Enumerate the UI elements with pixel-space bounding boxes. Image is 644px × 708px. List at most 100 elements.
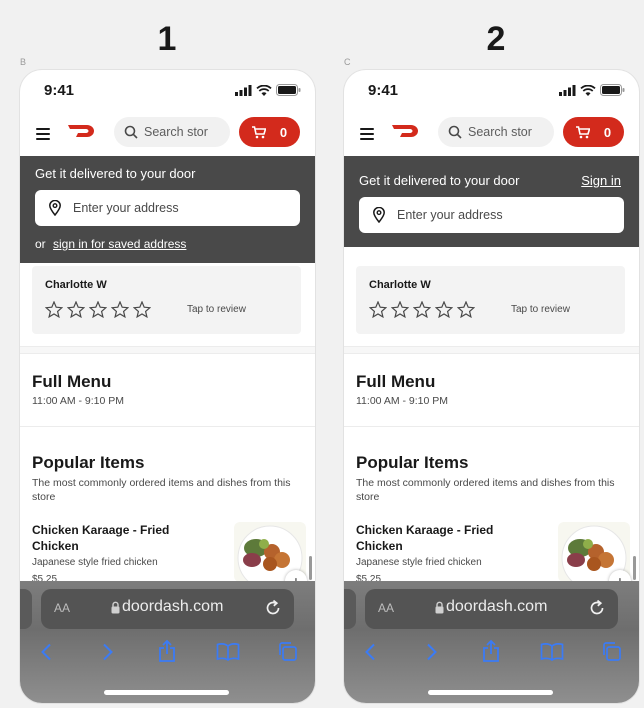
forward-icon[interactable] [426, 643, 438, 661]
delivery-banner: Get it delivered to your door Enter your… [20, 156, 315, 263]
or-text: or [35, 237, 46, 251]
back-icon[interactable] [40, 643, 52, 661]
tabs-icon[interactable] [601, 641, 622, 662]
hamburger-menu-icon[interactable] [360, 128, 374, 143]
search-icon [124, 125, 138, 139]
menu-item-description: Japanese style fried chicken [356, 557, 482, 568]
back-icon[interactable] [364, 643, 376, 661]
signal-icon [559, 84, 576, 96]
lock-icon [111, 601, 120, 614]
signal-icon [235, 84, 252, 96]
address-bar[interactable]: AA doordash.com [365, 589, 618, 629]
menu-item-name[interactable]: Chicken Karaage - Fried Chicken [356, 522, 496, 554]
scrollbar[interactable] [633, 556, 636, 580]
share-icon[interactable] [482, 639, 500, 663]
safari-toolbar: AA doordash.com [20, 581, 315, 703]
text-size-button[interactable]: AA [378, 601, 394, 615]
cart-icon [251, 125, 266, 138]
address-input[interactable]: Enter your address [35, 190, 300, 226]
reload-icon[interactable] [588, 599, 606, 617]
tap-to-review[interactable]: Tap to review [187, 304, 246, 315]
top-nav: Search stor 0 [344, 114, 639, 156]
star-icon[interactable] [111, 301, 129, 318]
status-bar: 9:41 [20, 70, 315, 114]
star-icon[interactable] [133, 301, 151, 318]
forward-icon[interactable] [102, 643, 114, 661]
battery-icon [276, 84, 301, 96]
battery-icon [600, 84, 625, 96]
star-rating[interactable] [45, 301, 151, 318]
review-card[interactable]: Charlotte W Tap to review [32, 266, 301, 334]
top-nav: Search stor 0 [20, 114, 315, 156]
doordash-logo-icon[interactable] [390, 122, 422, 140]
star-icon[interactable] [391, 301, 409, 318]
phone-variant-1: 9:41 Search stor 0 Get it delivered to y… [20, 70, 315, 703]
frame-letter-b: B [20, 57, 27, 67]
search-input[interactable]: Search stor [114, 117, 230, 147]
cart-button[interactable]: 0 [563, 117, 624, 147]
star-rating[interactable] [369, 301, 475, 318]
previous-tab-stub[interactable] [344, 589, 356, 629]
hamburger-menu-icon[interactable] [36, 128, 50, 143]
variant-label-2: 2 [486, 20, 506, 58]
star-icon[interactable] [369, 301, 387, 318]
cart-button[interactable]: 0 [239, 117, 300, 147]
star-icon[interactable] [435, 301, 453, 318]
reviewer-name: Charlotte W [369, 279, 431, 291]
share-icon[interactable] [158, 639, 176, 663]
star-icon[interactable] [67, 301, 85, 318]
status-bar: 9:41 [344, 70, 639, 114]
star-icon[interactable] [45, 301, 63, 318]
scrollbar[interactable] [309, 556, 312, 580]
sign-in-link[interactable]: Sign in [581, 173, 621, 188]
full-menu-hours: 11:00 AM - 9:10 PM [32, 395, 125, 407]
banner-title: Get it delivered to your door [359, 173, 520, 188]
address-placeholder: Enter your address [397, 208, 503, 222]
star-icon[interactable] [89, 301, 107, 318]
popular-items-title: Popular Items [356, 453, 469, 472]
lock-icon [435, 601, 444, 614]
location-pin-icon [373, 207, 385, 223]
wifi-icon [580, 84, 596, 96]
url-domain: doordash.com [122, 598, 224, 615]
banner-title: Get it delivered to your door [35, 166, 196, 181]
sign-in-saved-address: or sign in for saved address [35, 237, 186, 251]
review-card[interactable]: Charlotte W Tap to review [356, 266, 625, 334]
bookmarks-icon[interactable] [216, 642, 240, 661]
address-bar[interactable]: AA doordash.com [41, 589, 294, 629]
cart-count: 0 [279, 124, 288, 140]
sign-in-saved-address-link[interactable]: sign in for saved address [53, 237, 186, 251]
search-placeholder: Search stor [468, 125, 532, 139]
search-placeholder: Search stor [144, 125, 208, 139]
section-divider [344, 426, 639, 427]
full-menu-title: Full Menu [356, 372, 436, 391]
cart-icon [575, 125, 590, 138]
reviewer-name: Charlotte W [45, 279, 107, 291]
full-menu-hours: 11:00 AM - 9:10 PM [356, 395, 449, 407]
doordash-logo-icon[interactable] [66, 122, 98, 140]
search-input[interactable]: Search stor [438, 117, 554, 147]
bookmarks-icon[interactable] [540, 642, 564, 661]
home-indicator[interactable] [104, 690, 229, 695]
frame-letter-c: C [344, 57, 351, 67]
menu-item-name[interactable]: Chicken Karaage - Fried Chicken [32, 522, 172, 554]
tap-to-review[interactable]: Tap to review [511, 304, 570, 315]
section-divider [344, 346, 639, 354]
phone-variant-2: 9:41 Search stor 0 Get it delivered to y… [344, 70, 639, 703]
safari-toolbar: AA doordash.com [344, 581, 639, 703]
address-input[interactable]: Enter your address [359, 197, 624, 233]
home-indicator[interactable] [428, 690, 553, 695]
wifi-icon [256, 84, 272, 96]
address-placeholder: Enter your address [73, 201, 179, 215]
star-icon[interactable] [413, 301, 431, 318]
reload-icon[interactable] [264, 599, 282, 617]
section-divider [20, 346, 315, 354]
tabs-icon[interactable] [277, 641, 298, 662]
star-icon[interactable] [457, 301, 475, 318]
variant-label-1: 1 [157, 20, 177, 58]
popular-items-description: The most commonly ordered items and dish… [32, 477, 291, 503]
full-menu-title: Full Menu [32, 372, 112, 391]
previous-tab-stub[interactable] [20, 589, 32, 629]
text-size-button[interactable]: AA [54, 601, 70, 615]
popular-items-title: Popular Items [32, 453, 145, 472]
